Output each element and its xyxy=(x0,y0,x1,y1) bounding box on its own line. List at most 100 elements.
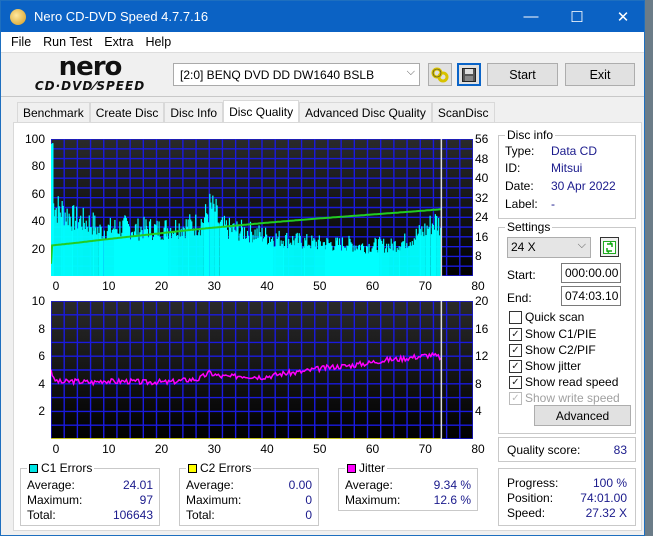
checkmark-icon: ✓ xyxy=(509,327,522,341)
y-tick-label: 60 xyxy=(31,186,45,201)
exit-button[interactable]: Exit xyxy=(565,63,635,86)
y-right-tick-label: 12 xyxy=(475,349,489,364)
menu-extra[interactable]: Extra xyxy=(98,35,139,49)
c1-average-value: 24.01 xyxy=(122,478,153,492)
y-right-tick-label: 32 xyxy=(475,190,489,205)
quick-scan-label: Quick scan xyxy=(525,310,585,324)
tab-disc-quality[interactable]: Disc Quality xyxy=(223,100,300,123)
checkmark-icon: ✓ xyxy=(509,359,522,373)
menu-file[interactable]: File xyxy=(1,35,37,49)
x-tick-label: 70 xyxy=(418,442,432,456)
menu-help[interactable]: Help xyxy=(139,35,177,49)
x-tick-label: 20 xyxy=(154,442,169,456)
progress-label: Progress: xyxy=(507,476,559,490)
x-tick-label: 50 xyxy=(313,442,327,456)
show-jitter-checkbox[interactable]: ✓ Show jitter xyxy=(509,359,581,373)
x-tick-label: 80 xyxy=(471,442,485,456)
jitter-maximum-label: Maximum: xyxy=(345,493,401,507)
drive-options-button[interactable] xyxy=(428,63,452,86)
minimize-button[interactable]: — xyxy=(508,1,554,32)
floppy-disk-icon xyxy=(462,67,476,82)
maximize-button[interactable]: ☐ xyxy=(554,1,600,32)
checkmark-icon: ✓ xyxy=(509,391,522,405)
drive-select[interactable]: [2:0] BENQ DVD DD DW1640 BSLB ⌵ xyxy=(173,63,420,86)
x-tick-label: 60 xyxy=(365,442,380,456)
quality-score-group: Quality score: 83 xyxy=(498,437,636,462)
tab-disc-info[interactable]: Disc Info xyxy=(164,102,224,123)
jitter-average-value: 9.34 % xyxy=(433,478,471,492)
show-c1-pie-checkbox[interactable]: ✓ Show C1/PIE xyxy=(509,327,596,341)
y-tick-label: 6 xyxy=(38,349,45,364)
show-read-speed-label: Show read speed xyxy=(525,375,619,389)
y-right-tick-label: 48 xyxy=(475,151,489,166)
jitter-average-label: Average: xyxy=(345,478,393,492)
start-label: Start: xyxy=(507,268,536,282)
c1-total-label: Total: xyxy=(27,508,56,522)
c2-title: C2 Errors xyxy=(200,461,252,475)
x-tick-label: 10 xyxy=(102,279,116,293)
menu-run-test[interactable]: Run Test xyxy=(37,35,98,49)
progress-value: 100 % xyxy=(592,476,627,490)
start-button[interactable]: Start xyxy=(487,63,558,86)
c1-average-label: Average: xyxy=(27,478,75,492)
x-tick-label: 40 xyxy=(260,279,274,293)
y-tick-label: 100 xyxy=(24,132,45,146)
tab-advanced-disc-quality[interactable]: Advanced Disc Quality xyxy=(299,102,432,123)
close-button[interactable]: ✕ xyxy=(600,1,646,32)
position-value: 74:01.00 xyxy=(580,491,627,505)
c1-total-value: 106643 xyxy=(112,508,153,522)
show-write-speed-checkbox: ✓ Show write speed xyxy=(509,391,620,405)
c1-errors-bar xyxy=(429,215,431,276)
jitter-group: Jitter Average: 9.34 % Maximum: 12.6 % xyxy=(338,461,478,511)
y-right-tick-label: 8 xyxy=(475,376,482,391)
x-tick-label: 30 xyxy=(207,442,221,456)
y-right-tick-label: 16 xyxy=(475,321,489,336)
quick-scan-checkbox[interactable]: Quick scan xyxy=(509,310,584,324)
drive-select-value: [2:0] BENQ DVD DD DW1640 BSLB xyxy=(180,67,375,82)
y-right-tick-label: 8 xyxy=(475,249,482,264)
window-title: Nero CD-DVD Speed 4.7.7.16 xyxy=(34,9,209,24)
type-label: Type: xyxy=(505,144,535,158)
x-tick-label: 20 xyxy=(154,279,169,293)
y-right-tick-label: 56 xyxy=(475,132,489,146)
x-tick-label: 50 xyxy=(313,279,327,293)
y-right-tick-label: 40 xyxy=(475,171,489,186)
tab-benchmark[interactable]: Benchmark xyxy=(17,102,90,123)
start-time-input[interactable]: 000:00.00 xyxy=(561,263,621,283)
settings-title: Settings xyxy=(505,220,553,234)
y-tick-label: 4 xyxy=(38,376,45,391)
c2-average-value: 0.00 xyxy=(288,478,312,492)
chevron-down-icon: ⌵ xyxy=(406,66,415,78)
logo-brand: nero xyxy=(58,52,123,82)
show-c2-pif-checkbox[interactable]: ✓ Show C2/PIF xyxy=(509,343,596,357)
app-icon xyxy=(10,8,26,25)
show-read-speed-checkbox[interactable]: ✓ Show read speed xyxy=(509,375,618,389)
speed-value: 27.32 X xyxy=(585,506,627,520)
c1-errors-bar xyxy=(218,223,220,276)
quality-score-value: 83 xyxy=(613,443,627,457)
c1-maximum-value: 97 xyxy=(139,493,153,507)
advanced-button[interactable]: Advanced xyxy=(534,405,631,426)
c2-color-swatch xyxy=(188,463,197,473)
date-label: Date: xyxy=(505,179,534,193)
menu-bar: File Run Test Extra Help xyxy=(1,32,644,52)
logo-subtitle: CD·DVD⁄SPEED xyxy=(34,79,146,93)
c2-total-value: 0 xyxy=(305,508,312,522)
chevron-down-icon: ⌵ xyxy=(577,239,586,251)
toolbar: nero CD·DVD⁄SPEED [2:0] BENQ DVD DD DW16… xyxy=(1,52,644,97)
save-button[interactable] xyxy=(457,63,481,86)
c1-title: C1 Errors xyxy=(41,461,93,475)
label-value: - xyxy=(551,197,555,211)
tab-create-disc[interactable]: Create Disc xyxy=(89,102,165,123)
tab-scandisc[interactable]: ScanDisc xyxy=(431,102,495,123)
end-time-input[interactable]: 074:03.10 xyxy=(561,286,621,306)
nero-logo: nero CD·DVD⁄SPEED xyxy=(15,52,165,97)
c1-maximum-label: Maximum: xyxy=(27,493,83,507)
checkmark-icon: ✓ xyxy=(509,343,522,357)
c1-errors-bar xyxy=(102,236,104,276)
checkmark-icon: ✓ xyxy=(509,375,522,389)
type-value: Data CD xyxy=(551,144,598,158)
refresh-speed-button[interactable] xyxy=(600,237,619,257)
tab-bar: Benchmark Create Disc Disc Info Disc Qua… xyxy=(17,100,495,123)
speed-select[interactable]: 24 X ⌵ xyxy=(507,237,591,258)
